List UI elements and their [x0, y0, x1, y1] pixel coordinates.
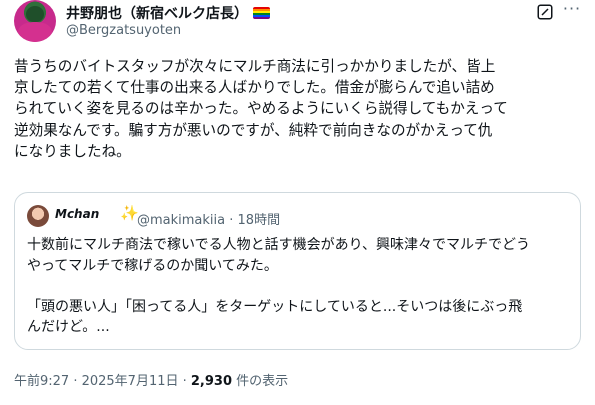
quoted-text-line: 「頭の悪い人」「困ってる人」をターゲットにしていると...そいつは後にぶっ飛	[27, 298, 523, 315]
views-count: 2,930	[190, 374, 233, 389]
quoted-time: 18時間	[237, 213, 281, 228]
meta-separator: ·	[229, 213, 238, 228]
quoted-text: 十数前にマルチ商法で稼いでる人物と話す機会があり、興味津々でマルチでどう やって…	[27, 235, 572, 338]
avatar-body	[18, 22, 52, 42]
tweet-text-line: られていく姿を見るのは辛かった。やめるようにいくら説得してもかえって	[14, 100, 508, 118]
quoted-author-avatar	[27, 205, 49, 227]
tweet: 井野朋也（新宿ベルク店長） @Bergzatsuyoten ··· 昔うちのバイ…	[0, 0, 595, 405]
quoted-text-line: やってマルチで稼げるのか聞いてみた。	[27, 257, 278, 274]
tweet-text-line: になりましたね。	[14, 142, 131, 160]
quoted-text-line	[27, 276, 572, 297]
more-options-icon[interactable]: ···	[562, 1, 582, 23]
quoted-author-name: Mchan	[55, 207, 100, 221]
quoted-meta: @makimakiia · 18時間	[137, 209, 280, 228]
tweet-footer: 午前9:27 · 2025年7月11日 · 2,930 件の表示	[14, 370, 288, 389]
author-handle[interactable]: @Bergzatsuyoten	[66, 23, 181, 38]
author-display-name[interactable]: 井野朋也（新宿ベルク店長）	[66, 3, 270, 23]
author-avatar[interactable]	[14, 0, 56, 42]
tweet-text-line: 京したての若くて仕事の出来る人ばかりでした。借金が膨らんで追い詰め	[14, 79, 495, 97]
author-name-text: 井野朋也（新宿ベルク店長）	[66, 6, 248, 22]
sparkles-icon: ✨	[120, 204, 139, 222]
quoted-text-line: 十数前にマルチ商法で稼いでる人物と話す機会があり、興味津々でマルチでどう	[27, 237, 531, 253]
grok-icon[interactable]	[536, 3, 554, 21]
tweet-text-line: 逆効果なんです。騙す方が悪いのですが、純粋で前向きなのがかえって仇	[14, 121, 493, 139]
views-label: 件の表示	[232, 374, 289, 389]
quoted-text-line: んだけど。...	[27, 319, 110, 335]
quoted-author-handle: @makimakiia	[137, 213, 226, 228]
rainbow-flag-icon	[253, 7, 270, 19]
quoted-tweet[interactable]: Mchan ✨ @makimakiia · 18時間 十数前にマルチ商法で稼いで…	[14, 192, 581, 350]
avatar-face	[26, 6, 44, 22]
tweet-text: 昔うちのバイトスタッフが次々にマルチ商法に引っかかりましたが、皆上 京したての若…	[14, 56, 584, 162]
tweet-text-line: 昔うちのバイトスタッフが次々にマルチ商法に引っかかりましたが、皆上	[14, 58, 496, 75]
tweet-timestamp[interactable]: 午前9:27 · 2025年7月11日 ·	[14, 374, 191, 389]
